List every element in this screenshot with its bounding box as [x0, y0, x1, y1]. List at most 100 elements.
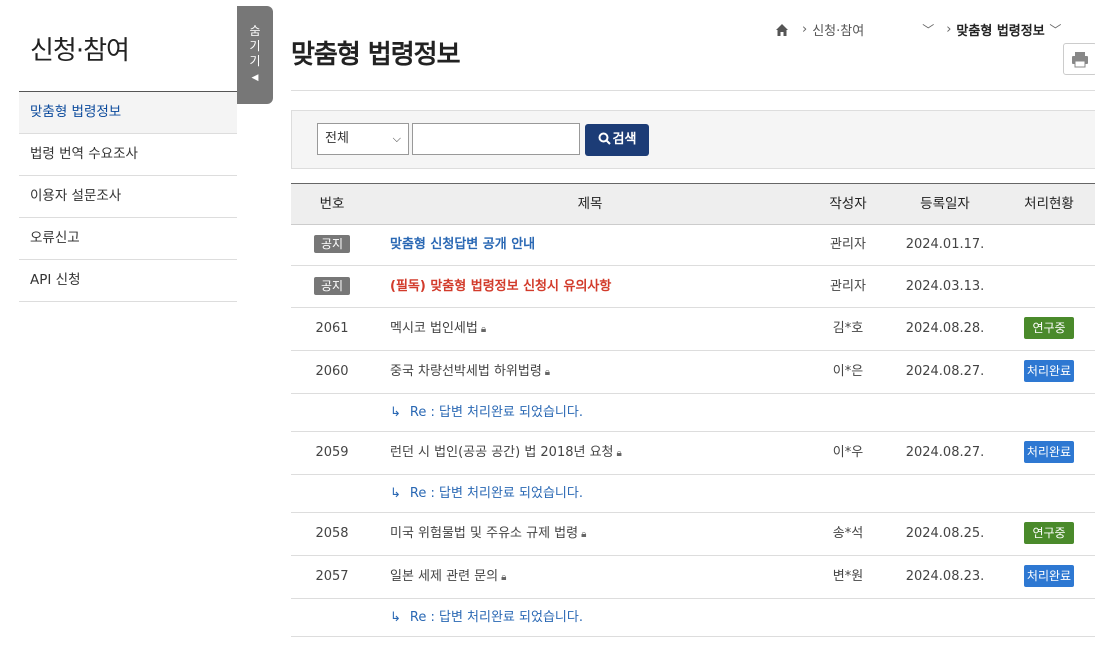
notice-badge: 공지	[314, 277, 350, 295]
page-root: 신청·참여 맞춤형 법령정보 법령 번역 수요조사 이용자 설문조사 오류신고 …	[0, 0, 1095, 654]
row-title-text[interactable]: 미국 위험물법 및 주유소 규제 법령	[390, 526, 578, 541]
row-author: 관리자	[830, 279, 866, 294]
row-number: 2058	[315, 526, 349, 541]
row-number: 2060	[315, 364, 349, 379]
row-title-link[interactable]: 일본 세제 관련 문의 🔒︎	[390, 556, 506, 599]
reply-row: ↳ Re : 답변 처리완료 되었습니다.	[291, 599, 1095, 637]
row-number: 공지	[291, 266, 373, 307]
lock-icon: 🔒︎	[501, 572, 507, 583]
row-title-text[interactable]: (필독) 맞춤형 법령정보 신청시 유의사항	[390, 279, 611, 294]
search-bar: 전체 ⌵ 검색	[291, 110, 1095, 169]
chevron-down-icon[interactable]: ﹀	[922, 21, 934, 38]
print-button[interactable]	[1063, 43, 1095, 75]
status-badge: 처리완료	[1024, 565, 1074, 587]
sidebar-item-translation-survey[interactable]: 법령 번역 수요조사	[19, 134, 237, 176]
row-status: 처리완료	[1009, 556, 1089, 598]
row-date: 2024.08.27.	[905, 364, 985, 379]
row-title-text[interactable]: 일본 세제 관련 문의	[390, 569, 498, 584]
table-row: 2058 미국 위험물법 및 주유소 규제 법령 🔒︎ 송*석 2024.08.25. 연…	[291, 513, 1095, 556]
row-author: 이*우	[832, 445, 864, 460]
chevron-down-icon[interactable]: ﹀	[1049, 21, 1061, 38]
row-status: 처리완료	[1009, 351, 1089, 393]
reply-title[interactable]: ↳ Re : 답변 처리완료 되었습니다.	[390, 599, 583, 636]
row-date: 2024.01.17.	[905, 237, 985, 252]
reply-arrow-icon: ↳	[390, 610, 401, 625]
search-icon	[598, 132, 611, 145]
search-scope-value: 전체	[325, 131, 349, 146]
row-title-text[interactable]: 멕시코 법인세법	[390, 321, 478, 336]
row-date: 2024.08.28.	[905, 321, 985, 336]
status-badge: 처리완료	[1024, 360, 1074, 382]
row-author: 이*은	[832, 364, 864, 379]
row-title-text[interactable]: 런던 시 법인(공공 공간) 법 2018년 요청	[390, 445, 614, 460]
search-input[interactable]	[412, 123, 580, 155]
status-badge: 처리완료	[1024, 441, 1074, 463]
search-scope-select[interactable]: 전체 ⌵	[317, 123, 409, 155]
table-row: 2057 일본 세제 관련 문의 🔒︎ 변*원 2024.08.23. 처리완료	[291, 556, 1095, 599]
breadcrumb: › 신청·참여 ﹀ › 맞춤형 법령정보 ﹀	[775, 20, 1073, 39]
status-badge: 연구중	[1024, 522, 1074, 544]
search-button[interactable]: 검색	[585, 124, 649, 156]
reply-text[interactable]: Re : 답변 처리완료 되었습니다.	[410, 486, 583, 501]
row-number: 2059	[315, 445, 349, 460]
sidebar-title: 신청·참여	[30, 36, 130, 66]
row-title-link[interactable]: 멕시코 법인세법 🔒︎	[390, 308, 486, 351]
page-title: 맞춤형 법령정보	[291, 40, 460, 70]
row-title-text[interactable]: 중국 차량선박세법 하위법령	[390, 364, 542, 379]
reply-title[interactable]: ↳ Re : 답변 처리완료 되었습니다.	[390, 475, 583, 512]
lock-icon: 🔒︎	[581, 529, 587, 540]
row-title-link[interactable]: 맞춤형 신청답변 공개 안내	[390, 225, 535, 265]
posts-table: 번호 제목 작성자 등록일자 처리현황 공지 맞춤형 신청답변 공개 안내 관리자 2…	[291, 183, 1095, 637]
row-status: 처리완료	[1009, 432, 1089, 474]
sidebar-item-api-request[interactable]: API 신청	[19, 260, 237, 302]
row-title-link[interactable]: 중국 차량선박세법 하위법령 🔒︎	[390, 351, 550, 394]
sidebar-item-custom-law-info[interactable]: 맞춤형 법령정보	[19, 92, 237, 134]
reply-title[interactable]: ↳ Re : 답변 처리완료 되었습니다.	[390, 394, 583, 431]
row-author: 김*호	[832, 321, 864, 336]
reply-text[interactable]: Re : 답변 처리완료 되었습니다.	[410, 610, 583, 625]
row-title-link[interactable]: 미국 위험물법 및 주유소 규제 법령 🔒︎	[390, 513, 586, 556]
row-number: 2061	[315, 321, 349, 336]
hide-label-2: 기	[249, 39, 261, 53]
header-num: 번호	[319, 196, 345, 212]
home-icon[interactable]	[775, 23, 789, 37]
row-author: 관리자	[830, 237, 866, 252]
table-row: 2060 중국 차량선박세법 하위법령 🔒︎ 이*은 2024.08.27. 처리완료	[291, 351, 1095, 394]
lock-icon: 🔒︎	[616, 448, 622, 459]
row-status: 연구중	[1009, 513, 1089, 555]
row-date: 2024.08.27.	[905, 445, 985, 460]
header-author: 작성자	[829, 196, 867, 212]
triangle-left-icon: ◀	[251, 73, 259, 83]
row-author: 송*석	[832, 526, 864, 541]
notice-badge: 공지	[314, 235, 350, 253]
row-title-text[interactable]: 맞춤형 신청답변 공개 안내	[390, 237, 535, 252]
table-row: 공지 (필독) 맞춤형 법령정보 신청시 유의사항 관리자 2024.03.13.	[291, 266, 1095, 308]
reply-row: ↳ Re : 답변 처리완료 되었습니다.	[291, 394, 1095, 432]
hide-label-3: 기	[249, 54, 261, 68]
hide-sidebar-button[interactable]: 숨 기 기 ◀	[237, 6, 273, 104]
table-header: 번호 제목 작성자 등록일자 처리현황	[291, 183, 1095, 225]
header-divider	[291, 90, 1095, 91]
status-badge: 연구중	[1024, 317, 1074, 339]
row-title-link[interactable]: 런던 시 법인(공공 공간) 법 2018년 요청 🔒︎	[390, 432, 622, 475]
sidebar-item-user-survey[interactable]: 이용자 설문조사	[19, 176, 237, 218]
header-date: 등록일자	[920, 196, 970, 212]
lock-icon: 🔒︎	[480, 324, 487, 335]
row-number: 2057	[315, 569, 349, 584]
lock-icon: 🔒︎	[544, 367, 551, 378]
sidebar-item-error-report[interactable]: 오류신고	[19, 218, 237, 260]
table-body: 공지 맞춤형 신청답변 공개 안내 관리자 2024.01.17. 공지 (필독) 맞춤형…	[291, 225, 1095, 637]
breadcrumb-item-current[interactable]: 맞춤형 법령정보	[956, 20, 1049, 39]
table-row: 공지 맞춤형 신청답변 공개 안내 관리자 2024.01.17.	[291, 225, 1095, 266]
reply-arrow-icon: ↳	[390, 405, 401, 420]
hide-label-1: 숨	[249, 24, 261, 38]
reply-arrow-icon: ↳	[390, 486, 401, 501]
row-status: 연구중	[1009, 308, 1089, 350]
printer-icon	[1072, 52, 1088, 68]
sidebar-menu: 맞춤형 법령정보 법령 번역 수요조사 이용자 설문조사 오류신고 API 신청	[19, 91, 237, 302]
breadcrumb-item-apply[interactable]: 신청·참여	[812, 20, 922, 39]
reply-text[interactable]: Re : 답변 처리완료 되었습니다.	[410, 405, 583, 420]
row-title-link[interactable]: (필독) 맞춤형 법령정보 신청시 유의사항	[390, 266, 611, 307]
chevron-right-icon: ›	[946, 22, 952, 37]
row-date: 2024.08.25.	[905, 526, 985, 541]
